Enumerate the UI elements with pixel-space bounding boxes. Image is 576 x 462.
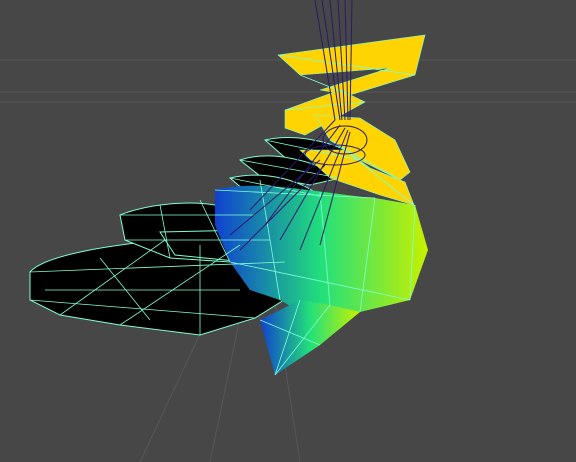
3d-viewport[interactable]	[0, 0, 576, 462]
